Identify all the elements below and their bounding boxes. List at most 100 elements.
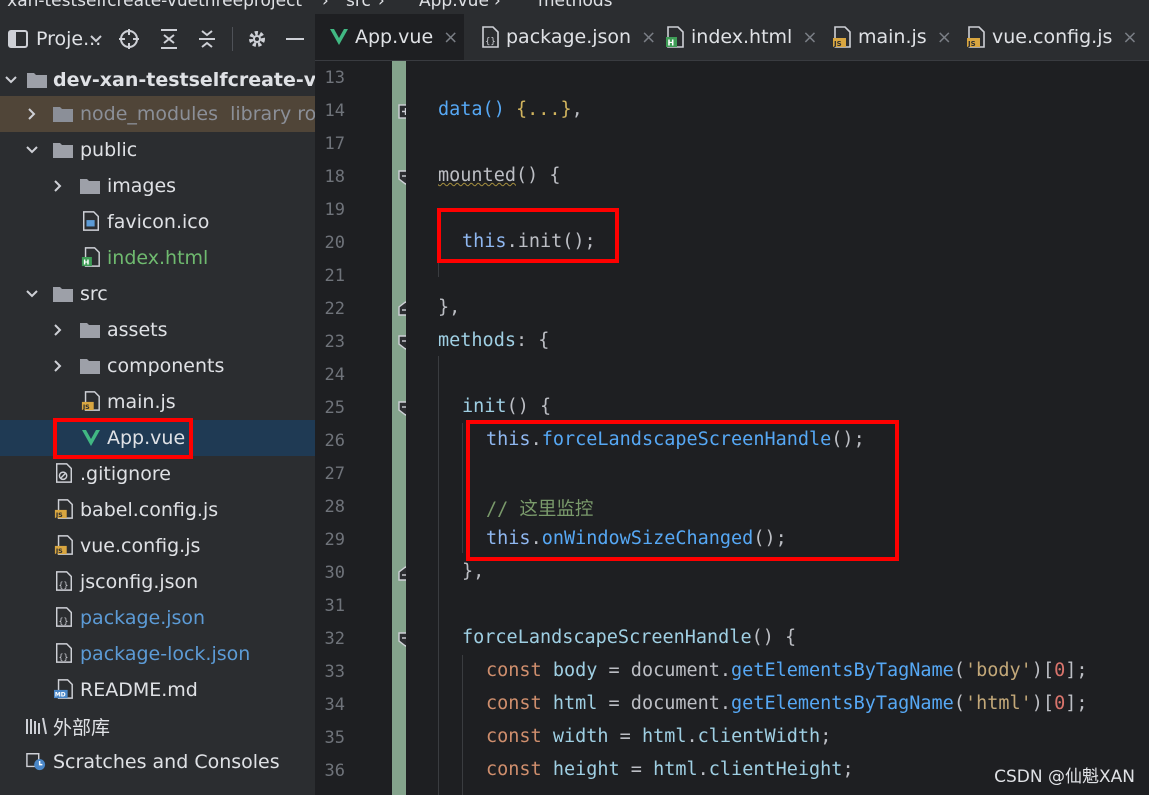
tree-item-components[interactable]: components	[0, 348, 315, 384]
code-token: () {	[515, 165, 561, 186]
code-line: methods: {	[438, 330, 549, 351]
code-editor[interactable]: data() {...}, mounted() { this.init(); }…	[406, 61, 1149, 795]
chevron-right-icon[interactable]	[51, 179, 65, 193]
tree-item-favicon[interactable]: favicon.ico	[0, 204, 315, 240]
html-icon: H	[666, 26, 684, 48]
js-icon: JS	[55, 499, 73, 519]
line-number: 28	[324, 497, 345, 517]
tree-item-label: vue.config.js	[80, 535, 201, 557]
tree-item-label: index.html	[107, 247, 209, 269]
tree-item-src[interactable]: src	[0, 276, 315, 312]
code-token: = document.	[597, 693, 732, 714]
tab-label: index.html	[691, 26, 793, 48]
code-token: init	[462, 396, 507, 417]
tab-package-json[interactable]: {} package.json ×	[480, 14, 656, 60]
breadcrumb-folder[interactable]: src	[346, 0, 371, 11]
tab-app-vue[interactable]: App.vue ×	[315, 14, 464, 64]
annotation-highlight-init-call	[437, 208, 619, 263]
code-line: },	[438, 297, 461, 318]
tree-item-label: main.js	[107, 391, 176, 413]
expand-all-icon[interactable]	[157, 26, 181, 52]
chevron-right-icon[interactable]	[25, 107, 39, 121]
tree-item-package-json[interactable]: {} package.json	[0, 600, 315, 636]
tab-vue-config-js[interactable]: JS vue.config.js ×	[966, 14, 1137, 60]
breadcrumb-separator: ›	[322, 0, 329, 11]
target-icon[interactable]	[117, 26, 141, 52]
minimize-icon[interactable]	[283, 26, 307, 52]
line-number: 13	[324, 68, 345, 88]
editor-tab-bar: App.vue × {} package.json × H index.html…	[315, 14, 1149, 64]
tree-item-node-modules[interactable]: node_modules library root	[0, 96, 315, 132]
gear-icon[interactable]	[245, 26, 269, 52]
chevron-down-icon[interactable]	[4, 73, 18, 87]
code-token: : {	[515, 330, 550, 351]
chevron-down-icon[interactable]	[88, 26, 104, 52]
breadcrumb-member[interactable]: methods	[538, 0, 613, 11]
indent-guide	[438, 356, 439, 795]
close-icon[interactable]: ×	[641, 27, 656, 48]
close-icon[interactable]: ×	[443, 27, 458, 48]
project-tree[interactable]: dev-xan-testselfcreate-vuethr node_modul…	[0, 64, 315, 795]
line-number: 32	[324, 629, 345, 649]
line-number: 17	[324, 134, 345, 154]
tree-item-readme[interactable]: MD README.md	[0, 672, 315, 708]
library-icon	[26, 717, 47, 735]
tree-item-assets[interactable]: assets	[0, 312, 315, 348]
tree-item-public[interactable]: public	[0, 132, 315, 168]
close-icon[interactable]: ×	[1122, 27, 1137, 48]
breadcrumb-file[interactable]: App.vue	[419, 0, 489, 11]
tree-item-label: dev-xan-testselfcreate-vuethr	[53, 69, 315, 91]
close-icon[interactable]: ×	[802, 27, 817, 48]
project-view-icon[interactable]	[6, 26, 30, 52]
line-number: 31	[324, 596, 345, 616]
code-token: body	[552, 660, 598, 681]
tree-item-label: Scratches and Consoles	[53, 751, 280, 773]
chevron-down-icon[interactable]	[25, 287, 39, 301]
tree-item-babel-config[interactable]: JS babel.config.js	[0, 492, 315, 528]
code-token: methods	[438, 330, 516, 351]
breadcrumb-separator: ›	[378, 0, 385, 11]
chevron-right-icon[interactable]	[51, 359, 65, 373]
tab-label: main.js	[858, 26, 927, 48]
code-token: html	[653, 759, 698, 780]
code-token: .	[686, 726, 698, 747]
js-icon: JS	[55, 535, 73, 555]
tree-item-label: 外部库	[53, 716, 111, 739]
tree-item-gitignore[interactable]: .gitignore	[0, 456, 315, 492]
chevron-right-icon[interactable]	[51, 323, 65, 337]
tree-item-main-js[interactable]: JS main.js	[0, 384, 315, 420]
json-icon: {}	[56, 571, 72, 591]
tree-item-external-libraries[interactable]: 外部库	[0, 708, 315, 744]
collapse-all-icon[interactable]	[195, 26, 219, 52]
code-token: height	[552, 759, 620, 780]
chevron-down-icon[interactable]	[25, 143, 39, 157]
folder-icon	[80, 359, 100, 374]
breadcrumb-project[interactable]: / xan-testselfcreate-vuethreeproject	[0, 0, 302, 11]
tree-item-label: package.json	[80, 607, 206, 629]
svg-text:{}: {}	[59, 615, 69, 625]
tree-item-index-html[interactable]: H index.html	[0, 240, 315, 276]
tab-main-js[interactable]: JS main.js ×	[832, 14, 952, 60]
code-token: = document.	[597, 660, 732, 681]
tree-item-vue-config[interactable]: JS vue.config.js	[0, 528, 315, 564]
line-number: 23	[324, 332, 345, 352]
code-line: const height = html.clientHeight;	[486, 759, 854, 780]
tree-item-jsconfig[interactable]: {} jsconfig.json	[0, 564, 315, 600]
markdown-icon: MD	[54, 679, 73, 699]
tree-item-package-lock[interactable]: {} package-lock.json	[0, 636, 315, 672]
code-token: mounted	[438, 165, 516, 186]
line-number: 20	[324, 233, 345, 253]
tree-item-label: favicon.ico	[107, 211, 210, 233]
line-number: 33	[324, 662, 345, 682]
code-token: =	[608, 726, 642, 747]
tab-index-html[interactable]: H index.html ×	[665, 14, 817, 60]
indent-guide	[462, 423, 463, 553]
tree-item-images[interactable]: images	[0, 168, 315, 204]
code-token: ;	[820, 726, 832, 747]
code-token: 'html'	[964, 693, 1032, 714]
code-token: 0	[1054, 693, 1066, 714]
tree-item-root[interactable]: dev-xan-testselfcreate-vuethr	[0, 64, 315, 98]
close-icon[interactable]: ×	[937, 27, 952, 48]
tree-item-scratches[interactable]: Scratches and Consoles	[0, 744, 315, 780]
code-token: () {	[751, 627, 797, 648]
